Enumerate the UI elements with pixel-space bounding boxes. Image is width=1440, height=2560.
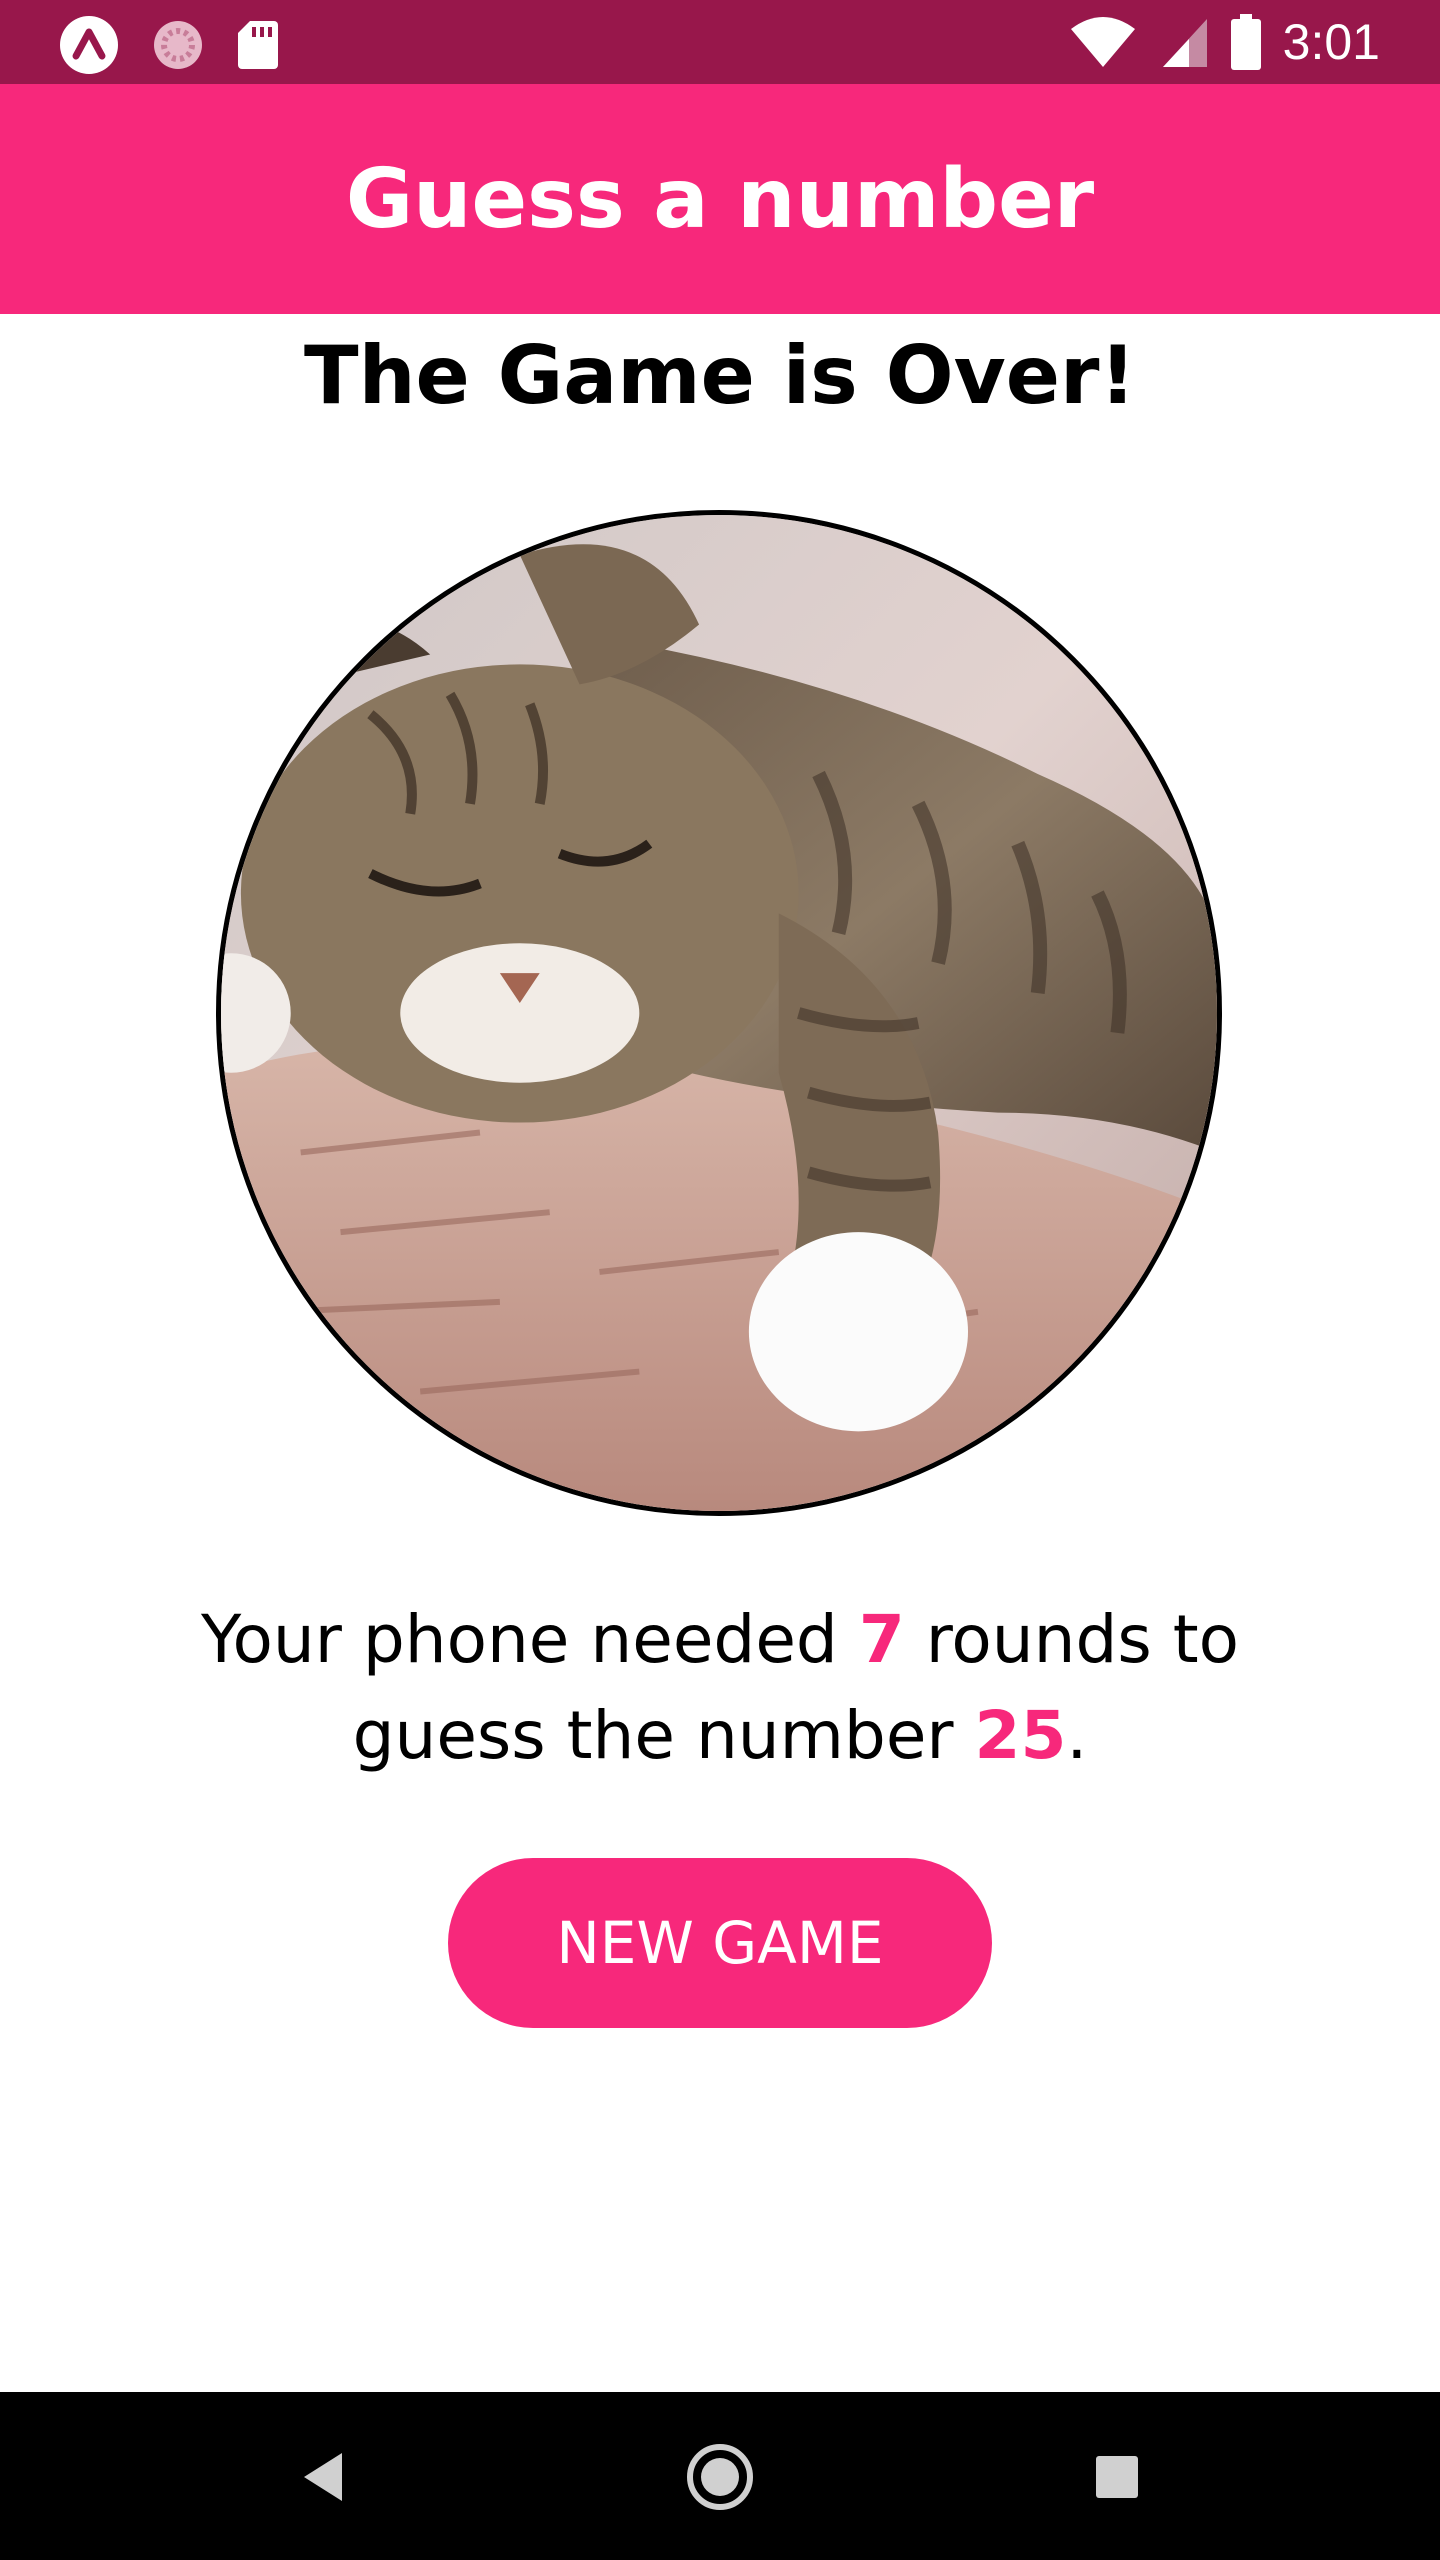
target-number: 25: [974, 1697, 1067, 1774]
sleeping-cat-image: [221, 515, 1217, 1511]
header-title: Guess a number: [345, 151, 1095, 247]
sd-card-icon: [236, 19, 280, 71]
wifi-icon: [1069, 15, 1137, 69]
back-icon[interactable]: [278, 2432, 368, 2522]
status-bar-right-icons: 3:01: [1069, 12, 1380, 72]
game-over-title: The Game is Over!: [304, 329, 1136, 422]
signal-icon: [1159, 15, 1209, 69]
battery-icon: [1230, 14, 1261, 70]
loading-icon: [150, 17, 206, 73]
result-prefix: Your phone needed: [201, 1601, 859, 1678]
result-text: Your phone needed 7 rounds to guess the …: [120, 1592, 1320, 1784]
result-image: [216, 510, 1222, 1516]
status-bar: 3:01: [0, 0, 1440, 84]
app-header: Guess a number: [0, 84, 1440, 314]
rounds-count: 7: [858, 1601, 905, 1678]
new-game-button[interactable]: NEW GAME: [448, 1858, 992, 2028]
recents-icon[interactable]: [1072, 2432, 1162, 2522]
new-game-label: NEW GAME: [556, 1909, 884, 1977]
status-bar-left-icons: [58, 14, 280, 76]
status-time: 3:01: [1282, 14, 1380, 70]
result-suffix: .: [1066, 1697, 1088, 1774]
expo-icon: [58, 14, 120, 76]
navigation-bar: [0, 2392, 1440, 2560]
home-icon[interactable]: [675, 2432, 765, 2522]
